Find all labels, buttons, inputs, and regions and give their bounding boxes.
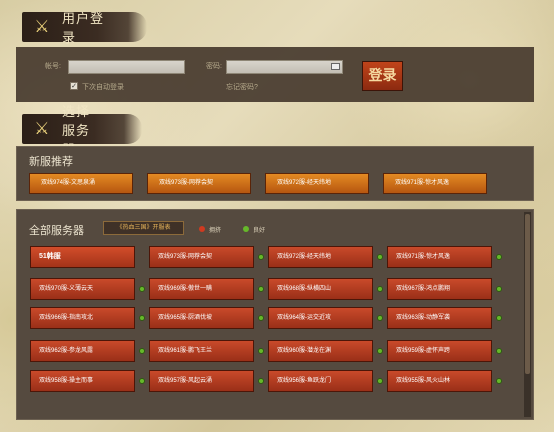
server-button[interactable]: 双线971服-惊才风逸 — [387, 246, 492, 268]
status-good-icon — [139, 315, 145, 321]
login-banner: ⚔ 用户登录 — [22, 12, 147, 46]
status-good-icon — [258, 378, 264, 384]
server-name: 双线973服-网荐会契 — [158, 254, 213, 260]
server-button[interactable]: 双线963服-动静军袭 — [387, 307, 492, 329]
server-banner: ⚔ 选择服务器 — [22, 105, 142, 158]
new-server-button[interactable]: 双线972服-经天纬地 — [265, 173, 369, 194]
server-name: 双线965服-厨酒伐坡 — [158, 315, 213, 321]
status-good-icon — [258, 315, 264, 321]
status-good-icon — [496, 348, 502, 354]
server-button[interactable]: 双线956服-鱼跃龙门 — [268, 370, 373, 392]
server-name: 51韩服 — [39, 253, 61, 260]
status-good-icon — [377, 254, 383, 260]
account-label: 帐号: — [45, 63, 61, 70]
server-button[interactable]: 双线970服-义薄云天 — [30, 278, 135, 300]
new-server-button[interactable]: 双线973服-网荐会契 — [147, 173, 251, 194]
crowded-status-icon — [199, 226, 205, 232]
good-status-icon — [243, 226, 249, 232]
server-button[interactable]: 双线957服-风起云涌 — [149, 370, 254, 392]
server-button[interactable]: 双线969服-傲世一瞒 — [149, 278, 254, 300]
keyboard-icon[interactable] — [331, 63, 340, 70]
crossed-swords-icon: ⚔ — [34, 119, 50, 138]
server-name: 双线968服-纵横四山 — [277, 286, 332, 292]
new-servers-title: 新服推荐 — [29, 156, 73, 168]
login-banner-title: 用户登录 — [62, 12, 105, 46]
server-name: 双线964服-运交近攻 — [277, 315, 332, 321]
status-good-icon — [377, 315, 383, 321]
server-button[interactable]: 双线965服-厨酒伐坡 — [149, 307, 254, 329]
server-button[interactable]: 双线961服-鹏飞王兰 — [149, 340, 254, 362]
server-name: 双线963服-动静军袭 — [396, 315, 451, 321]
remember-checkbox[interactable]: ✓ — [70, 82, 78, 90]
server-name: 双线962服-参龙风露 — [39, 348, 94, 354]
server-name: 双线972服-经天纬地 — [277, 254, 332, 260]
server-button[interactable]: 双线968服-纵横四山 — [268, 278, 373, 300]
legend-good-label: 良好 — [253, 228, 266, 234]
server-button[interactable]: 双线967服-鸿点鹏翔 — [387, 278, 492, 300]
server-button[interactable]: 51韩服 — [30, 246, 135, 268]
account-input[interactable] — [68, 60, 185, 74]
new-server-button[interactable]: 双线974服-文思泉涌 — [29, 173, 133, 194]
server-button[interactable]: 双线966服-指南攻北 — [30, 307, 135, 329]
status-good-icon — [377, 286, 383, 292]
server-schedule-button[interactable]: 《热血三国》开服表 — [103, 221, 184, 235]
server-name: 双线970服-义薄云天 — [39, 286, 94, 292]
status-good-icon — [139, 348, 145, 354]
status-good-icon — [139, 378, 145, 384]
legend-crowded-label: 拥挤 — [209, 228, 222, 234]
server-name: 双线955服-风火山林 — [396, 378, 451, 384]
server-name: 双线956服-鱼跃龙门 — [277, 378, 332, 384]
server-name: 双线959服-虚怀声跨 — [396, 348, 451, 354]
all-servers-title: 全部服务器 — [29, 225, 84, 237]
password-label: 密码: — [206, 63, 222, 70]
status-good-icon — [139, 286, 145, 292]
password-input[interactable] — [226, 60, 343, 74]
status-good-icon — [496, 254, 502, 260]
server-name: 双线967服-鸿点鹏翔 — [396, 286, 451, 292]
sword-shield-icon: ⚔ — [34, 17, 50, 36]
scrollbar-thumb[interactable] — [525, 214, 530, 374]
server-name: 双线966服-指南攻北 — [39, 315, 94, 321]
status-good-icon — [377, 378, 383, 384]
all-servers-panel: 全部服务器 《热血三国》开服表 拥挤 良好 51韩服 双线973服-网荐会契 双线9… — [16, 209, 534, 420]
server-button[interactable]: 双线958服-操主而事 — [30, 370, 135, 392]
status-good-icon — [377, 348, 383, 354]
server-name: 双线969服-傲世一瞒 — [158, 286, 213, 292]
status-good-icon — [258, 254, 264, 260]
server-button[interactable]: 双线960服-潜龙在渊 — [268, 340, 373, 362]
forgot-password-link[interactable]: 忘记密码? — [226, 82, 258, 92]
status-good-icon — [258, 286, 264, 292]
server-button[interactable]: 双线972服-经天纬地 — [268, 246, 373, 268]
status-good-icon — [496, 315, 502, 321]
server-name: 双线960服-潜龙在渊 — [277, 348, 332, 354]
new-server-button[interactable]: 双线971服-惊才风逸 — [383, 173, 487, 194]
server-name: 双线971服-惊才风逸 — [396, 254, 451, 260]
new-servers-panel: 新服推荐 双线974服-文思泉涌 双线973服-网荐会契 双线972服-经天纬地… — [16, 146, 534, 201]
server-button[interactable]: 双线955服-风火山林 — [387, 370, 492, 392]
login-panel: 帐号: 密码: ✓ 下次自动登录 忘记密码? 登录 — [16, 47, 534, 102]
status-good-icon — [258, 348, 264, 354]
server-name: 双线958服-操主而事 — [39, 378, 94, 384]
server-button[interactable]: 双线964服-运交近攻 — [268, 307, 373, 329]
status-good-icon — [496, 286, 502, 292]
server-button[interactable]: 双线962服-参龙风露 — [30, 340, 135, 362]
server-button[interactable]: 双线959服-虚怀声跨 — [387, 340, 492, 362]
server-name: 双线961服-鹏飞王兰 — [158, 348, 213, 354]
server-button[interactable]: 双线973服-网荐会契 — [149, 246, 254, 268]
login-button[interactable]: 登录 — [362, 61, 403, 91]
status-good-icon — [496, 378, 502, 384]
server-name: 双线957服-风起云涌 — [158, 378, 213, 384]
remember-label: 下次自动登录 — [82, 84, 124, 91]
